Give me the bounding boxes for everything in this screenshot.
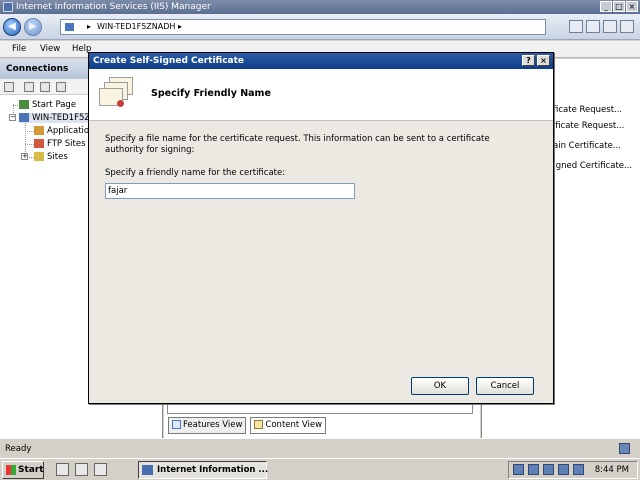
clock: 8:44 PM — [594, 465, 629, 475]
dialog-titlebar: Create Self-Signed Certificate ? × — [89, 53, 553, 69]
cancel-button[interactable]: Cancel — [476, 377, 534, 395]
content-view-icon — [254, 420, 264, 429]
iis-app-icon — [3, 2, 13, 12]
quick-launch — [56, 463, 107, 476]
help-icon[interactable] — [620, 20, 634, 33]
network-icon[interactable] — [513, 464, 524, 475]
navigation-bar: ◀ ▶ ▸ WIN-TED1F5ZNADH ▸ — [0, 14, 640, 40]
monitor-icon[interactable] — [543, 464, 554, 475]
address-separator: ▸ — [87, 22, 92, 31]
security-icon[interactable] — [528, 464, 539, 475]
application-pools-icon — [34, 126, 44, 135]
tree-ftp-sites[interactable]: FTP Sites — [34, 139, 86, 149]
taskbar: Start Internet Information ... 8:44 PM — [0, 458, 640, 480]
tab-content-view[interactable]: Content View — [250, 417, 327, 434]
nav-tools — [569, 20, 634, 33]
action-create-domain-certificate[interactable]: ain Certificate... — [553, 141, 621, 151]
explorer-icon[interactable] — [94, 463, 107, 476]
taskbar-iis-manager[interactable]: Internet Information ... — [138, 461, 268, 479]
tree-start-page[interactable]: Start Page — [19, 100, 76, 110]
system-tray: 8:44 PM — [508, 461, 638, 479]
server-icon — [65, 23, 74, 31]
server-manager-icon[interactable] — [56, 463, 69, 476]
start-button[interactable]: Start — [2, 461, 44, 479]
window-controls: _ □ × — [600, 1, 638, 12]
menu-file[interactable]: File — [12, 44, 26, 54]
tree-application-pools[interactable]: Applicatio — [34, 126, 89, 136]
sites-folder-icon — [34, 152, 44, 161]
server-icon[interactable] — [558, 464, 569, 475]
close-window-button[interactable]: × — [626, 1, 638, 12]
ftp-sites-icon — [34, 139, 44, 148]
tree-sites[interactable]: Sites — [34, 152, 68, 162]
connect-icon[interactable] — [4, 82, 14, 92]
save-icon[interactable] — [24, 82, 34, 92]
dialog-close-button[interactable]: × — [537, 55, 550, 66]
minimize-button[interactable]: _ — [600, 1, 612, 12]
server-icon — [19, 113, 29, 122]
powershell-icon[interactable] — [75, 463, 88, 476]
dialog-help-button[interactable]: ? — [522, 55, 535, 66]
action-create-certificate-request[interactable]: ficate Request... — [553, 105, 622, 115]
forward-button[interactable]: ▶ — [24, 18, 42, 36]
friendly-name-label: Specify a friendly name for the certific… — [105, 168, 286, 178]
iis-app-icon — [142, 465, 153, 475]
tree-server[interactable]: WIN-TED1F5Z — [19, 113, 91, 123]
menu-view[interactable]: View — [40, 44, 60, 54]
home-icon[interactable] — [603, 20, 617, 33]
tray-icons — [513, 464, 584, 475]
address-text: WIN-TED1F5ZNADH ▸ — [97, 22, 182, 31]
maximize-button[interactable]: □ — [613, 1, 625, 12]
collapse-server-toggle[interactable]: − — [9, 114, 16, 121]
dialog-header: Specify Friendly Name — [89, 69, 553, 121]
friendly-name-input[interactable] — [105, 183, 355, 199]
back-button[interactable]: ◀ — [3, 18, 21, 36]
view-tabs: Features View Content View — [168, 417, 327, 435]
remove-icon[interactable] — [40, 82, 50, 92]
status-text: Ready — [5, 444, 32, 454]
volume-icon[interactable] — [573, 464, 584, 475]
refresh-icon[interactable] — [569, 20, 583, 33]
tab-features-view[interactable]: Features View — [168, 417, 247, 434]
start-page-icon — [19, 100, 29, 109]
window-title: Internet Information Services (IIS) Mana… — [16, 2, 211, 12]
action-create-self-signed-certificate[interactable]: Signed Certificate... — [548, 161, 632, 171]
certificate-icon — [97, 76, 135, 110]
dialog-description: Specify a file name for the certificate … — [105, 134, 490, 155]
network-status-icon — [619, 443, 630, 454]
windows-flag-icon — [6, 465, 16, 475]
dialog-heading: Specify Friendly Name — [151, 88, 271, 99]
stop-icon[interactable] — [586, 20, 600, 33]
dialog-controls: ? × — [522, 55, 550, 66]
ok-button[interactable]: OK — [411, 377, 469, 395]
create-self-signed-certificate-dialog: Create Self-Signed Certificate ? × Speci… — [88, 52, 554, 404]
window-titlebar: Internet Information Services (IIS) Mana… — [0, 0, 640, 14]
refresh-icon[interactable] — [56, 82, 66, 92]
expand-sites-toggle[interactable]: + — [21, 153, 28, 160]
action-complete-certificate-request[interactable]: rtificate Request... — [546, 121, 624, 131]
dialog-title: Create Self-Signed Certificate — [93, 56, 245, 66]
features-view-icon — [172, 420, 181, 429]
status-bar: Ready — [0, 438, 640, 458]
address-bar[interactable]: ▸ WIN-TED1F5ZNADH ▸ — [60, 19, 546, 35]
